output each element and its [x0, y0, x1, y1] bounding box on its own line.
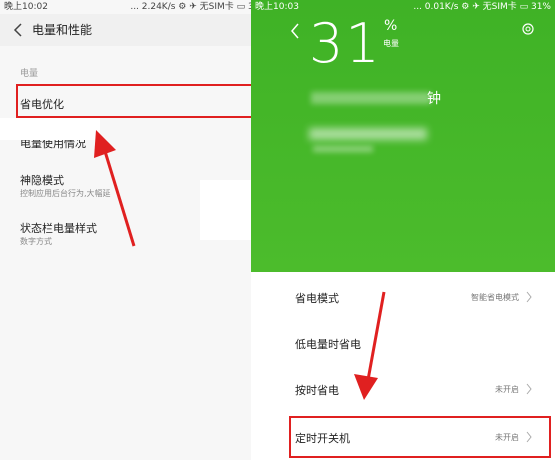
blurred-text [309, 128, 427, 140]
chevron-right-icon [526, 291, 532, 303]
percent-sign: % [384, 18, 398, 34]
battery-label: 电量 [383, 39, 399, 48]
list-item-title: 省电模式 [295, 292, 339, 305]
status-info: ... 0.01K/s ⚙ ✈ 无SIM卡 ▭ 31% [413, 2, 551, 12]
app-header: 电量和性能 [0, 14, 272, 46]
list-item-title: 状态栏电量样式 [20, 222, 97, 235]
back-arrow-icon[interactable] [289, 22, 301, 40]
list-item-title: 低电量时省电 [295, 338, 361, 351]
right-screen: 晚上10:03 ... 0.01K/s ⚙ ✈ 无SIM卡 ▭ 31% 31 %… [251, 0, 555, 460]
left-screen: 晚上10:02 ... 2.24K/s ⚙ ✈ 无SIM卡 ▭ 31% 电量和性… [0, 0, 272, 460]
annotation-highlight-box [16, 84, 260, 118]
status-bar: 晚上10:03 ... 0.01K/s ⚙ ✈ 无SIM卡 ▭ 31% [251, 0, 555, 14]
status-info: ... 2.24K/s ⚙ ✈ 无SIM卡 ▭ 31% [130, 2, 268, 12]
status-time: 晚上10:03 [255, 2, 299, 12]
list-item-value: 未开启 [495, 385, 519, 394]
remaining-time-text: 钟 [427, 91, 441, 107]
list-item-value: 智能省电模式 [471, 293, 519, 302]
list-item-scheduled-saving[interactable]: 按时省电 未开启 [251, 376, 555, 406]
page-title: 电量和性能 [32, 23, 93, 37]
list-item-low-battery-saving[interactable]: 低电量时省电 [251, 330, 555, 360]
battery-level: 31 [309, 12, 382, 75]
list-item-subtitle: 控制应用后台行为,大幅延 [20, 189, 111, 198]
battery-header: 晚上10:03 ... 0.01K/s ⚙ ✈ 无SIM卡 ▭ 31% 31 %… [251, 0, 555, 272]
annotation-highlight-box [289, 416, 551, 458]
list-item-title: 神隐模式 [20, 174, 64, 187]
white-overlay [0, 118, 100, 140]
status-bar: 晚上10:02 ... 2.24K/s ⚙ ✈ 无SIM卡 ▭ 31% [0, 0, 272, 14]
section-label: 电量 [20, 69, 39, 79]
chevron-right-icon [526, 383, 532, 395]
list-item-subtitle: 数字方式 [20, 237, 52, 246]
gear-icon[interactable] [521, 22, 535, 36]
blurred-text [313, 146, 373, 152]
blurred-text [311, 92, 431, 104]
list-item-title: 按时省电 [295, 384, 339, 397]
status-time: 晚上10:02 [4, 2, 48, 12]
list-item-power-saving-mode[interactable]: 省电模式 智能省电模式 [251, 282, 555, 312]
back-arrow-icon[interactable] [12, 21, 26, 39]
